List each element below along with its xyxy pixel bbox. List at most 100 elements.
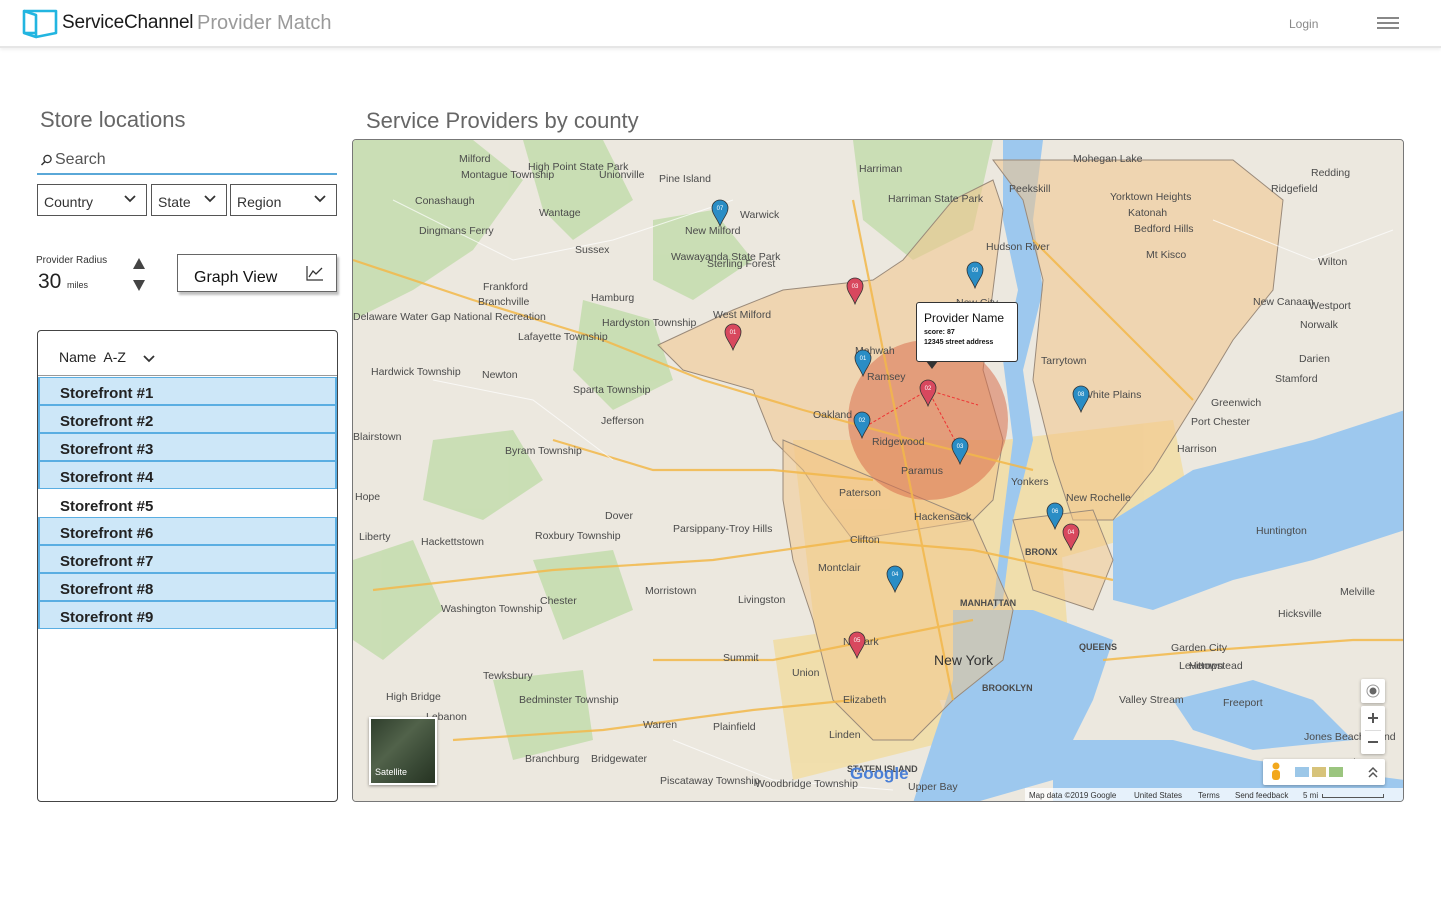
country-select[interactable]: Country [37, 184, 147, 216]
map-place-label: New Canaan [1253, 296, 1314, 308]
storefront-list-item[interactable]: Storefront #4 [38, 461, 337, 489]
map-marker-label: 04 [1068, 530, 1075, 536]
map-place-label: Warwick [740, 209, 780, 221]
provider-radius-label: Provider Radius [36, 255, 108, 266]
zoom-control [1361, 706, 1385, 754]
my-location-button[interactable] [1361, 679, 1385, 703]
map-place-label: Ridgewood [872, 436, 925, 448]
map-marker-label: 09 [972, 268, 979, 274]
map-place-label: Harriman State Park [888, 193, 984, 205]
satellite-toggle[interactable]: Satellite [369, 717, 437, 785]
map-place-label: Darien [1299, 353, 1330, 365]
search-input[interactable] [55, 149, 325, 171]
storefront-list-item[interactable]: Storefront #5 [38, 489, 337, 517]
map-place-label: Summit [723, 652, 759, 664]
map-place-label: QUEENS [1079, 642, 1117, 652]
map-place-label: Bridgewater [591, 753, 648, 765]
map-place-label: Hope [355, 491, 380, 503]
map-place-label: New York [934, 652, 994, 668]
graph-view-button[interactable]: Graph View [177, 254, 337, 292]
map-place-label: Hamburg [591, 292, 634, 304]
store-locations-title: Store locations [40, 107, 186, 132]
map-place-label: Redding [1311, 167, 1350, 179]
map-place-label: White Plains [1083, 389, 1141, 401]
map-place-label: Byram Township [505, 445, 582, 457]
map-place-label: Hackettstown [421, 536, 484, 548]
map-place-label: Frankford [483, 281, 528, 293]
chevron-down-icon [124, 195, 136, 203]
map-place-label: Hudson River [986, 241, 1050, 253]
map-place-label: Piscataway Township [660, 775, 760, 787]
radius-decrease-icon[interactable] [131, 278, 147, 292]
map-place-label: Tewksbury [483, 670, 533, 682]
search-box [37, 146, 337, 175]
map-layers-bar [1263, 759, 1385, 785]
hamburger-menu-icon[interactable] [1377, 17, 1399, 33]
tooltip-address: 12345 street address [924, 339, 994, 346]
map-place-label: Westport [1309, 300, 1351, 312]
region-select[interactable]: Region [230, 184, 337, 216]
send-feedback-link[interactable]: Send feedback [1235, 791, 1288, 800]
map-place-label: Liberty [359, 531, 391, 543]
terms-link[interactable]: Terms [1198, 791, 1220, 800]
map-place-label: Garden City [1171, 642, 1228, 654]
country-link[interactable]: United States [1134, 791, 1182, 800]
provider-map[interactable]: MilfordMontague TownshipHigh Point State… [353, 140, 1404, 802]
search-icon [40, 154, 52, 166]
map-layers-icon[interactable] [1295, 765, 1345, 779]
product-name: Provider Match [197, 12, 332, 34]
map-place-label: Morristown [645, 585, 697, 597]
servicechannel-logo-icon[interactable] [22, 9, 58, 39]
map-marker-label: 01 [730, 330, 737, 336]
pegman-icon[interactable] [1266, 760, 1286, 784]
map-place-label: Parsippany-Troy Hills [673, 523, 772, 535]
chevron-up-icon[interactable] [1367, 765, 1379, 779]
map-place-label: Lafayette Township [518, 331, 608, 343]
map-marker-label: 08 [1078, 392, 1085, 398]
zoom-out-icon[interactable] [1361, 730, 1385, 754]
map-marker-label: 04 [892, 572, 899, 578]
map-place-label: Yonkers [1011, 476, 1049, 488]
map-place-label: Branchburg [525, 753, 579, 765]
map-place-label: Clifton [850, 534, 880, 546]
state-select[interactable]: State [151, 184, 227, 216]
storefront-list-item[interactable]: Storefront #8 [38, 573, 337, 601]
zoom-in-icon[interactable] [1361, 706, 1385, 730]
country-select-label: Country [44, 194, 94, 210]
storefront-list-item[interactable]: Storefront #9 [38, 601, 337, 629]
map-place-label: Livingston [738, 594, 785, 606]
map-place-label: Sparta Township [573, 384, 651, 396]
sort-label: Name A-Z [59, 349, 126, 365]
map-place-label: Chester [540, 595, 577, 607]
chevron-down-icon [314, 195, 326, 203]
map-place-label: New Rochelle [1066, 492, 1131, 504]
map-place-label: Hardwick Township [371, 366, 461, 378]
map-marker-label: 02 [859, 418, 866, 424]
storefront-list-item[interactable]: Storefront #6 [38, 517, 337, 545]
storefront-list-panel: Name A-Z Storefront #1 Storefront #2 Store… [37, 330, 338, 802]
map-place-label: BRONX [1025, 547, 1058, 557]
map-place-label: Montclair [818, 562, 861, 574]
map-place-label: Washington Township [441, 603, 543, 615]
map-panel[interactable]: Milford Montague Township High Point State… [352, 139, 1404, 802]
map-place-label: Union [792, 667, 820, 679]
map-title: Service Providers by county [366, 108, 639, 133]
sort-dropdown[interactable]: Name A-Z [38, 331, 337, 376]
map-place-label: Bedford Hills [1134, 223, 1194, 235]
storefront-list-item[interactable]: Storefront #2 [38, 405, 337, 433]
location-target-icon [1366, 684, 1380, 698]
map-place-label: Sterling Forest [707, 258, 775, 270]
login-link[interactable]: Login [1289, 17, 1318, 31]
provider-radius-unit: miles [67, 280, 89, 290]
radius-increase-icon[interactable] [131, 256, 147, 270]
map-place-label: Bedminster Township [519, 694, 619, 706]
map-place-label: Harrison [1177, 443, 1217, 455]
satellite-label: Satellite [375, 767, 408, 777]
map-place-label: Plainfield [713, 721, 756, 733]
storefront-list-item[interactable]: Storefront #7 [38, 545, 337, 573]
map-place-label: Sussex [575, 244, 610, 256]
storefront-list-item[interactable]: Storefront #1 [38, 377, 337, 405]
storefront-list-item[interactable]: Storefront #3 [38, 433, 337, 461]
map-place-label: Oakland [813, 409, 852, 421]
map-place-label: Unionville [599, 169, 645, 181]
